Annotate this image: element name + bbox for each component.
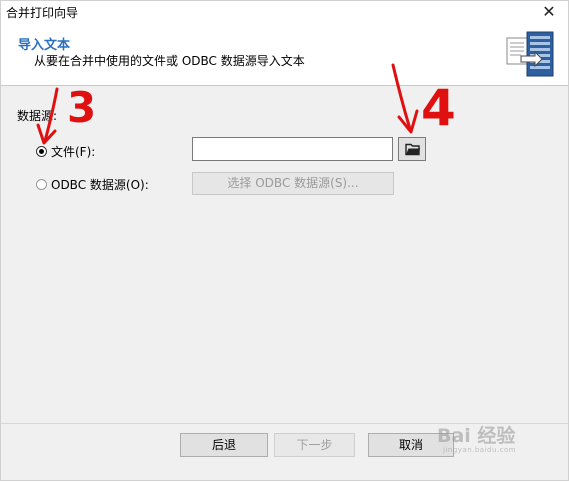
watermark-text: Bai 经验 xyxy=(437,425,516,447)
annotation-arrow-4 xyxy=(391,63,419,134)
annotation-step-3: 3 xyxy=(67,83,97,132)
watermark-subtext: jingyan.baidu.com xyxy=(443,446,517,454)
annotation-arrow-3 xyxy=(36,87,59,145)
merge-print-wizard-window: 合并打印向导 ✕ 导入文本 从要在合并中使用的文件或 ODBC 数据源导入文本 … xyxy=(0,0,569,481)
annotation-layer xyxy=(36,63,419,145)
baidu-watermark: Bai 经验 jingyan.baidu.com xyxy=(437,421,547,461)
annotation-step-4: 4 xyxy=(421,79,456,137)
